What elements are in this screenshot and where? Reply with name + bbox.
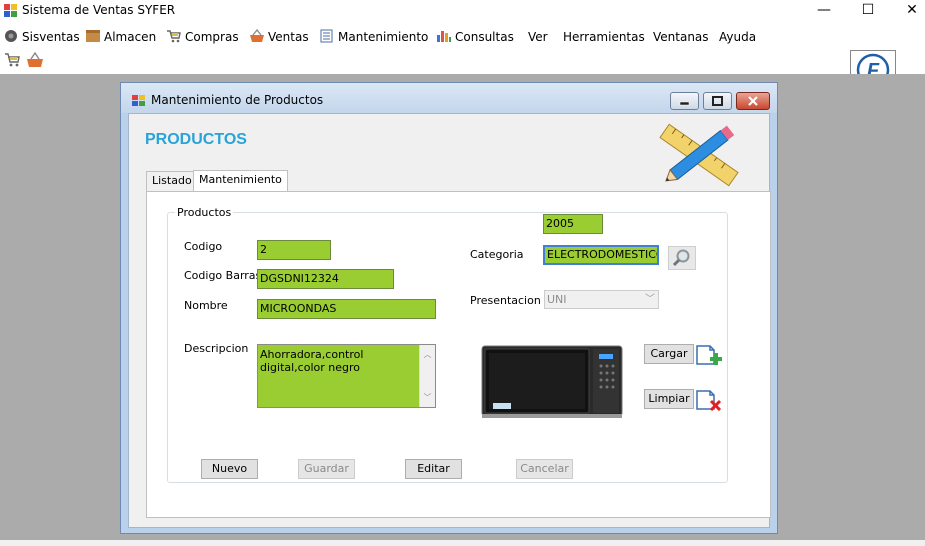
menu-sisventas[interactable]: Sisventas	[3, 28, 80, 46]
child-body: PRODUCTOS Listado Mantenimiento Producto…	[128, 113, 771, 528]
app-title: Sistema de Ventas SYFER	[22, 3, 176, 17]
codigo-label: Codigo	[184, 240, 223, 253]
app-icon	[4, 4, 17, 17]
editar-button[interactable]: Editar	[405, 459, 462, 479]
menu-ventas[interactable]: Ventas	[249, 28, 309, 46]
menu-label: Mantenimiento	[338, 30, 429, 44]
menu-compras[interactable]: Compras	[166, 28, 239, 46]
presentacion-value: UNI	[547, 293, 567, 306]
presentacion-select[interactable]: UNI ﹀	[544, 290, 659, 309]
menu-almacen[interactable]: Almacen	[85, 28, 156, 46]
categoria-field[interactable]: ELECTRODOMESTICOS	[543, 245, 659, 265]
basket-icon	[250, 29, 264, 42]
tab-listado[interactable]: Listado	[146, 171, 198, 191]
notebook-icon	[320, 29, 333, 43]
child-titlebar[interactable]: Mantenimiento de Productos	[121, 83, 777, 113]
product-image	[481, 345, 623, 418]
groupbox-title: Productos	[175, 206, 234, 219]
minimize-icon	[679, 101, 690, 106]
cargar-button[interactable]: Cargar	[644, 344, 694, 364]
minimize-button[interactable]: —	[801, 0, 847, 20]
codigo-barras-field[interactable]: DGSDNI12324	[257, 269, 394, 289]
codigo-barras-label: Codigo Barras	[184, 269, 262, 282]
menu-ayuda[interactable]: Ayuda	[719, 28, 756, 46]
nombre-field[interactable]: MICROONDAS	[257, 299, 436, 319]
maximize-button[interactable]: ☐	[845, 0, 891, 20]
descripcion-scrollbar[interactable]: ︿ ﹀	[419, 345, 435, 407]
descripcion-text: Ahorradora,control digital,color negro	[260, 348, 364, 374]
box-icon	[86, 30, 100, 42]
add-image-icon[interactable]	[694, 342, 724, 366]
menu-ver[interactable]: Ver	[528, 28, 548, 46]
guardar-button[interactable]: Guardar	[298, 459, 355, 479]
menu-label: Consultas	[455, 30, 514, 44]
tab-mantenimiento[interactable]: Mantenimiento	[193, 170, 288, 191]
bar-chart-icon	[437, 31, 451, 42]
descripcion-label: Descripcion	[184, 342, 249, 355]
gear-globe-icon	[5, 30, 17, 42]
menu-mantenimiento[interactable]: Mantenimiento	[319, 28, 428, 46]
cart-icon	[167, 30, 181, 43]
menu-consultas[interactable]: Consultas	[436, 28, 514, 46]
menu-label: Sisventas	[22, 30, 80, 44]
app-titlebar: Sistema de Ventas SYFER — ☐ ✕	[0, 0, 925, 22]
scroll-down-icon[interactable]: ﹀	[420, 391, 435, 404]
nombre-label: Nombre	[184, 299, 228, 312]
basket-icon[interactable]	[26, 52, 44, 68]
page-title: PRODUCTOS	[145, 131, 247, 148]
codigo-field[interactable]: 2	[257, 240, 331, 260]
categoria-label: Categoria	[470, 248, 524, 261]
pencil-ruler-icon	[659, 123, 739, 187]
close-icon	[748, 96, 758, 106]
descripcion-textarea[interactable]: Ahorradora,control digital,color negro ︿…	[257, 344, 436, 408]
limpiar-button[interactable]: Limpiar	[644, 389, 694, 409]
child-window: Mantenimiento de Productos PRODUCTOS Lis…	[120, 82, 778, 534]
menu-label: Compras	[185, 30, 239, 44]
window-icon	[132, 95, 145, 106]
productos-groupbox: Productos Codigo 2 Codigo Barras DGSDNI1…	[167, 206, 728, 483]
presentacion-label: Presentacion	[470, 294, 541, 307]
categoria-id-field[interactable]: 2005	[543, 214, 603, 234]
child-title: Mantenimiento de Productos	[151, 93, 324, 107]
search-categoria-button[interactable]	[668, 246, 696, 270]
menu-label: Almacen	[104, 30, 157, 44]
search-icon	[672, 249, 690, 267]
cancelar-button[interactable]: Cancelar	[516, 459, 573, 479]
chevron-down-icon: ﹀	[645, 294, 655, 305]
menu-bar: Sisventas Almacen Compras Ventas Manteni…	[0, 22, 925, 90]
tab-panel-mantenimiento: Productos Codigo 2 Codigo Barras DGSDNI1…	[146, 191, 771, 518]
cart-icon[interactable]	[4, 52, 22, 68]
maximize-icon	[712, 96, 723, 106]
child-minimize-button[interactable]	[670, 92, 699, 110]
child-close-button[interactable]	[736, 92, 770, 110]
remove-image-icon[interactable]	[694, 387, 724, 411]
close-button[interactable]: ✕	[889, 0, 925, 20]
child-maximize-button[interactable]	[703, 92, 732, 110]
menu-label: Ventas	[268, 30, 309, 44]
menu-ventanas[interactable]: Ventanas	[653, 28, 709, 46]
menu-herramientas[interactable]: Herramientas	[563, 28, 645, 46]
scroll-up-icon[interactable]: ︿	[420, 348, 435, 361]
nuevo-button[interactable]: Nuevo	[201, 459, 258, 479]
status-strip	[0, 540, 925, 546]
